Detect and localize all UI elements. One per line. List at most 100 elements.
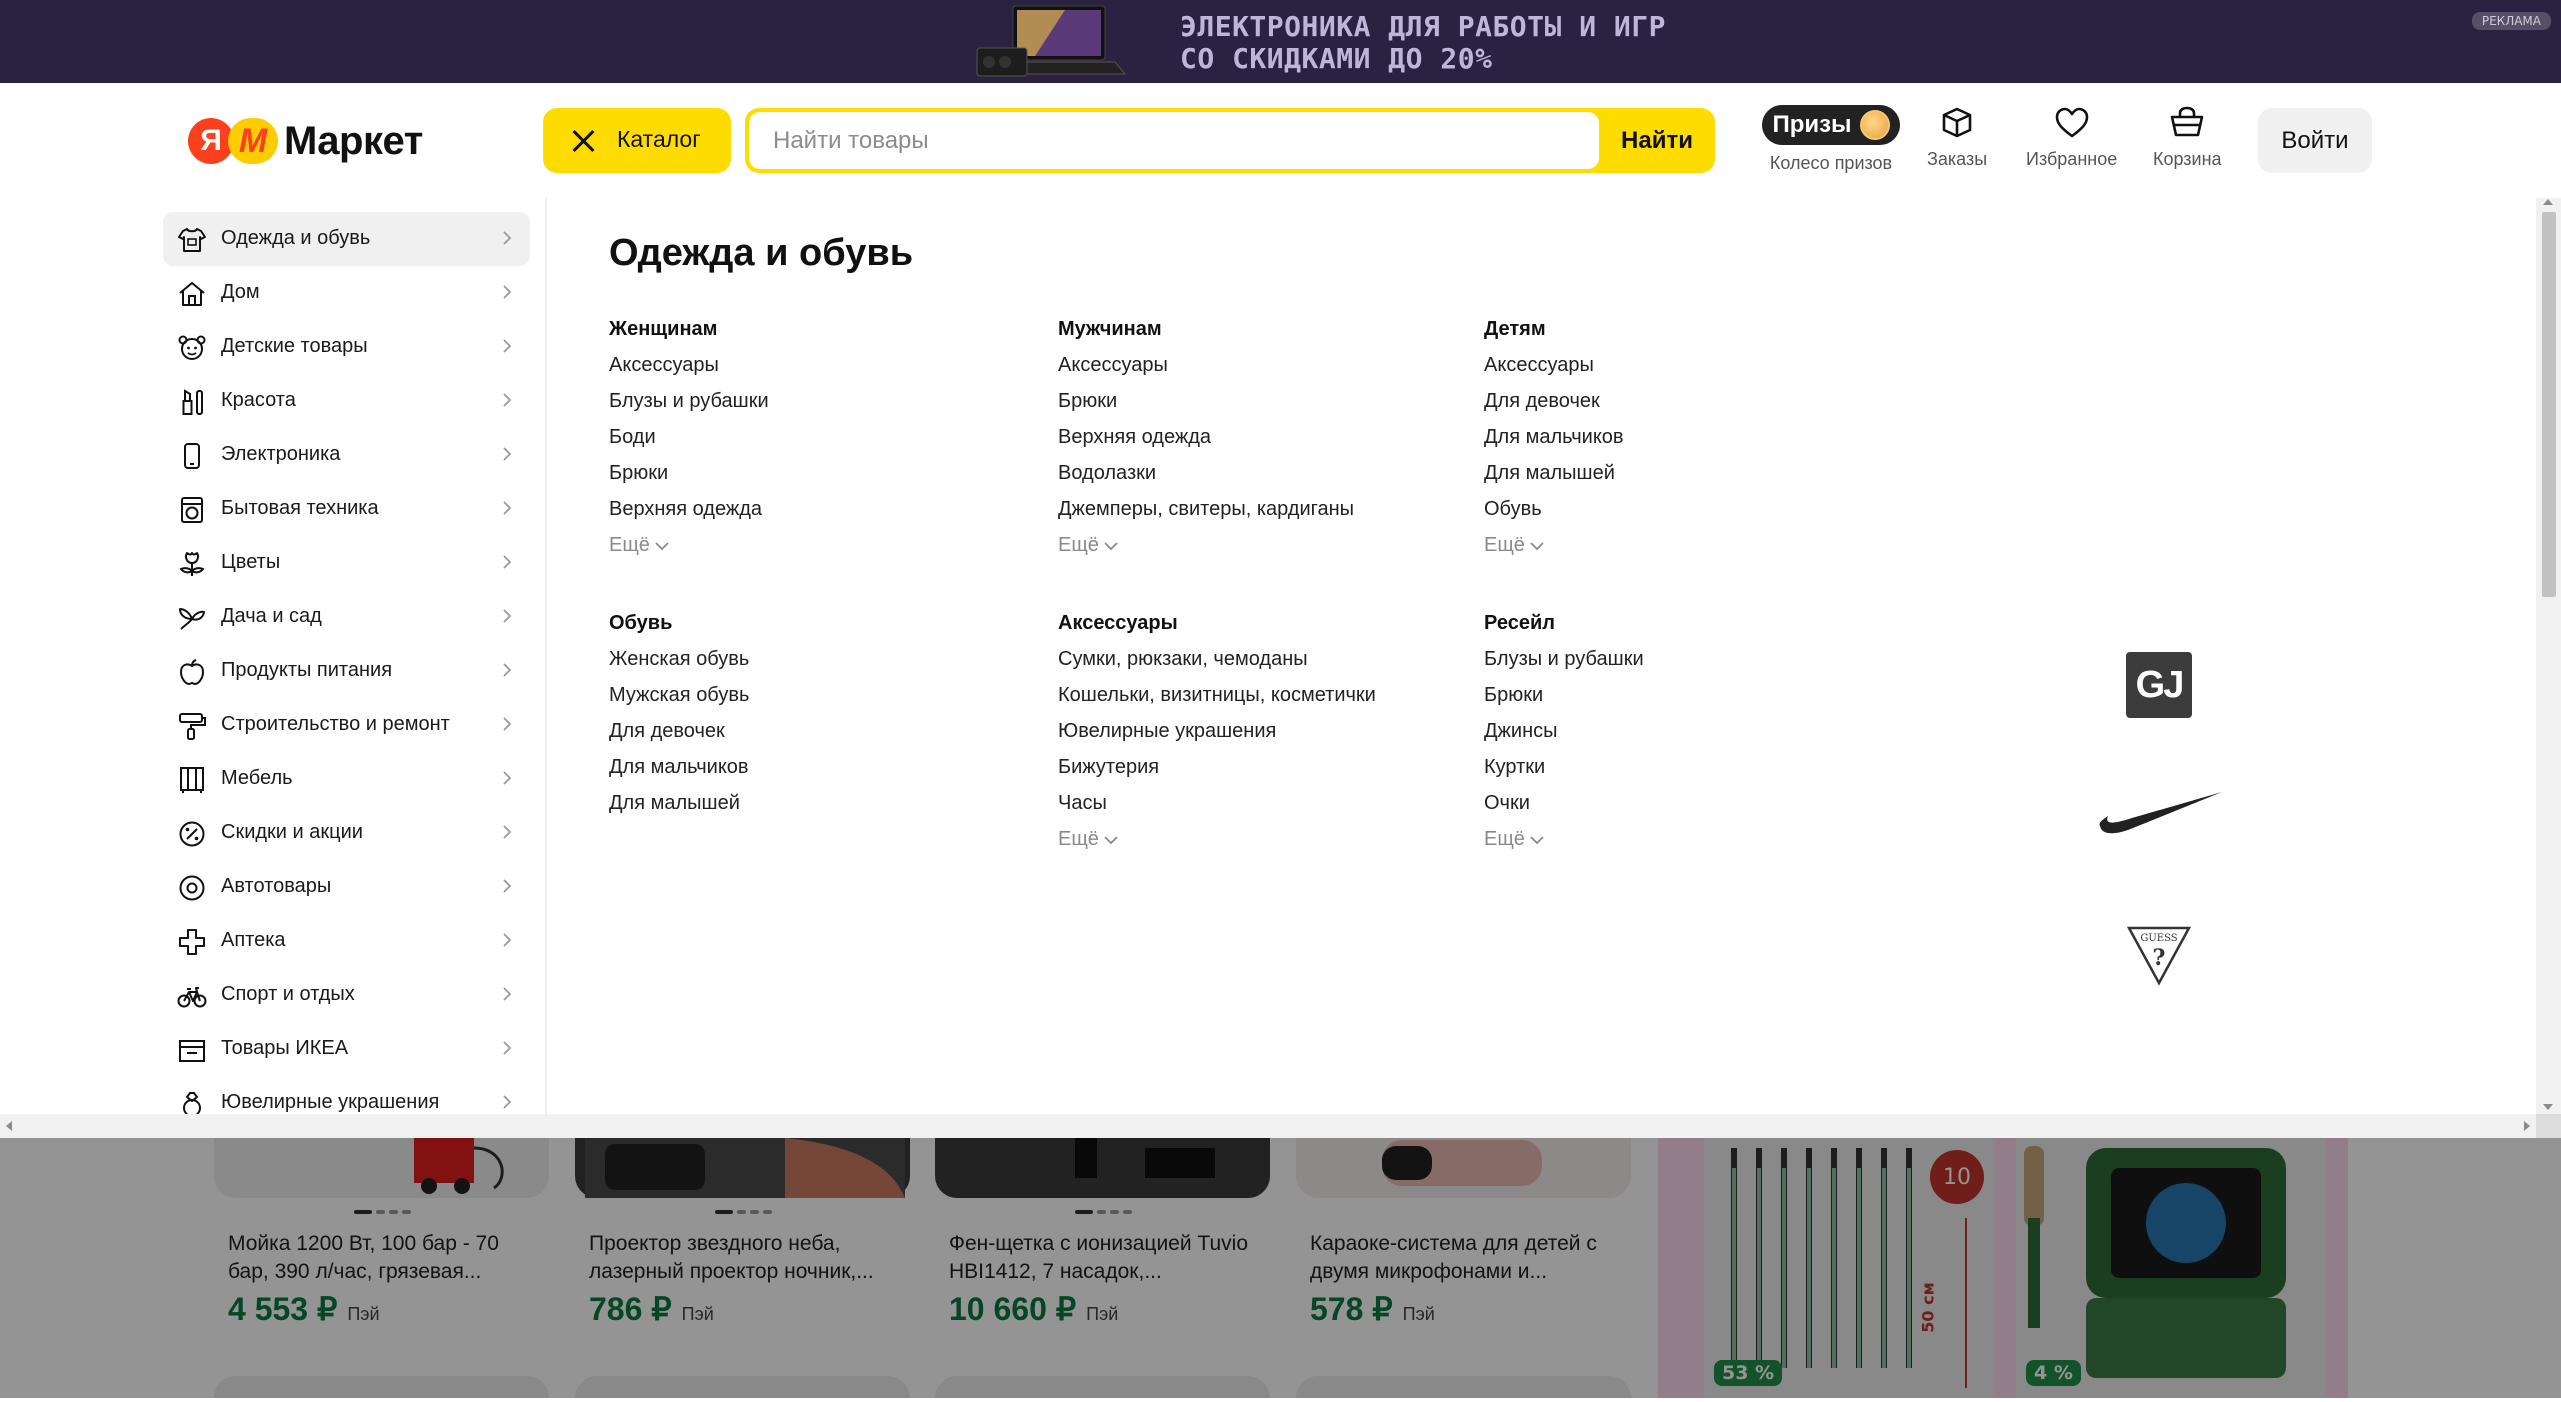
show-more-button[interactable]: Ещё — [1058, 534, 1354, 557]
sidebar-item[interactable]: Мебель — [163, 752, 530, 806]
cart-link[interactable]: Корзина — [2153, 103, 2222, 170]
sidebar-item[interactable]: Бытовая техника — [163, 482, 530, 536]
subcategory-link[interactable]: Для малышей — [609, 792, 749, 828]
sidebar-item[interactable]: Дом — [163, 266, 530, 320]
sidebar-item[interactable]: Товары ИКЕА — [163, 1022, 530, 1076]
scroll-thumb[interactable] — [2542, 212, 2556, 597]
sidebar-item-label: Продукты питания — [221, 659, 393, 681]
sidebar-item[interactable]: Ювелирные украшения — [163, 1076, 530, 1114]
group-title[interactable]: Детям — [1484, 318, 1624, 341]
subcategory-link[interactable]: Водолазки — [1058, 462, 1354, 498]
subcategory-link[interactable]: Очки — [1484, 792, 1644, 828]
subcategory-link[interactable]: Брюки — [1058, 390, 1354, 426]
subcategory-link[interactable]: Ювелирные украшения — [1058, 720, 1376, 756]
subcategory-link[interactable]: Для малышей — [1484, 462, 1624, 498]
brand-nike-logo[interactable] — [2098, 788, 2224, 838]
subcategory-link[interactable]: Кошельки, визитницы, косметички — [1058, 684, 1376, 720]
show-more-label: Ещё — [1484, 534, 1525, 556]
brand-guess-logo[interactable]: GUESS ? — [2126, 925, 2192, 987]
sidebar-item[interactable]: Скидки и акции — [163, 806, 530, 860]
catalog-button[interactable]: Каталог — [543, 108, 731, 173]
subcategory-link[interactable]: Для мальчиков — [1484, 426, 1624, 462]
prize-wheel-link[interactable]: Призы Колесо призов — [1762, 105, 1900, 174]
brand-gj-logo[interactable]: GJ — [2126, 652, 2192, 718]
clothes-icon — [178, 228, 206, 252]
subcategory-link[interactable]: Часы — [1058, 792, 1376, 828]
scroll-down-arrow[interactable] — [2543, 1104, 2553, 1110]
sidebar-item[interactable]: Автотовары — [163, 860, 530, 914]
overlay-backdrop[interactable] — [0, 1138, 2561, 1398]
sidebar-item[interactable]: Одежда и обувь — [163, 212, 530, 266]
chevron-right-icon — [503, 663, 512, 677]
sidebar-item[interactable]: Строительство и ремонт — [163, 698, 530, 752]
subcategory-link[interactable]: Аксессуары — [609, 354, 769, 390]
show-more-button[interactable]: Ещё — [1484, 534, 1624, 557]
sidebar-item[interactable]: Дача и сад — [163, 590, 530, 644]
show-more-button[interactable]: Ещё — [1484, 828, 1644, 851]
sidebar-item[interactable]: Красота — [163, 374, 530, 428]
search-button[interactable]: Найти — [1599, 108, 1715, 173]
scroll-left-arrow[interactable] — [6, 1121, 12, 1131]
subcategory-link[interactable]: Обувь — [1484, 498, 1624, 534]
subcategory-link[interactable]: Сумки, рюкзаки, чемоданы — [1058, 648, 1376, 684]
sidebar-item[interactable]: Электроника — [163, 428, 530, 482]
logo-m-mark: М — [228, 118, 278, 164]
chevron-down-icon — [1530, 541, 1544, 550]
group-title[interactable]: Женщинам — [609, 318, 769, 341]
show-more-button[interactable]: Ещё — [1058, 828, 1376, 851]
sidebar-item-label: Аптека — [221, 929, 286, 951]
chevron-down-icon — [1104, 835, 1118, 844]
chevron-down-icon — [655, 541, 669, 550]
scroll-right-arrow[interactable] — [2524, 1121, 2530, 1131]
subcategory-link[interactable]: Джемперы, свитеры, кардиганы — [1058, 498, 1354, 534]
chevron-right-icon — [503, 231, 512, 245]
subcategory-link[interactable]: Женская обувь — [609, 648, 749, 684]
washer-icon — [181, 497, 203, 523]
svg-text:?: ? — [2153, 945, 2166, 971]
group-title[interactable]: Обувь — [609, 612, 749, 635]
search-input[interactable] — [749, 112, 1599, 169]
sidebar-item[interactable]: Спорт и отдых — [163, 968, 530, 1022]
sidebar-item[interactable]: Детские товары — [163, 320, 530, 374]
roller-icon — [179, 713, 206, 740]
cart-icon — [2170, 106, 2204, 137]
subcategory-link[interactable]: Аксессуары — [1058, 354, 1354, 390]
subcategory-link[interactable]: Для мальчиков — [609, 756, 749, 792]
subcategory-link[interactable]: Джинсы — [1484, 720, 1644, 756]
sidebar-item[interactable]: Продукты питания — [163, 644, 530, 698]
favorites-link[interactable]: Избранное — [2026, 103, 2117, 170]
subcategory-link[interactable]: Верхняя одежда — [1058, 426, 1354, 462]
group-title[interactable]: Мужчинам — [1058, 318, 1354, 341]
ad-banner[interactable]: ЭЛЕКТРОНИКА ДЛЯ РАБОТЫ И ИГР СО СКИДКАМИ… — [0, 0, 2561, 83]
subcategory-link[interactable]: Аксессуары — [1484, 354, 1624, 390]
subcategory-link[interactable]: Брюки — [609, 462, 769, 498]
subcategory-link[interactable]: Верхняя одежда — [609, 498, 769, 534]
lipstick-icon — [182, 389, 203, 415]
sidebar-divider — [545, 198, 547, 1114]
orders-caption: Заказы — [1927, 149, 1988, 169]
scroll-up-arrow[interactable] — [2543, 199, 2553, 205]
sidebar-item[interactable]: Аптека — [163, 914, 530, 968]
subcategory-link[interactable]: Мужская обувь — [609, 684, 749, 720]
horizontal-scrollbar[interactable] — [0, 1114, 2536, 1138]
subcategory-link[interactable]: Блузы и рубашки — [609, 390, 769, 426]
subcategory-link[interactable]: Блузы и рубашки — [1484, 648, 1644, 684]
subcategory-link[interactable]: Куртки — [1484, 756, 1644, 792]
vertical-scrollbar[interactable] — [2536, 198, 2561, 1114]
subcategory-link[interactable]: Брюки — [1484, 684, 1644, 720]
yandex-market-logo[interactable]: Я М Маркет — [188, 113, 423, 169]
show-more-button[interactable]: Ещё — [609, 534, 769, 557]
category-title: Одежда и обувь — [609, 232, 914, 274]
sidebar-item[interactable]: Цветы — [163, 536, 530, 590]
subcategory-link[interactable]: Бижутерия — [1058, 756, 1376, 792]
subcategory-link[interactable]: Боди — [609, 426, 769, 462]
subcategory-link[interactable]: Для девочек — [609, 720, 749, 756]
group-title[interactable]: Аксессуары — [1058, 612, 1376, 635]
group-title[interactable]: Ресейл — [1484, 612, 1644, 635]
subcategory-link[interactable]: Для девочек — [1484, 390, 1624, 426]
prizes-label: Призы — [1772, 111, 1852, 138]
orders-link[interactable]: Заказы — [1927, 103, 1987, 170]
chevron-right-icon — [503, 393, 512, 407]
login-button[interactable]: Войти — [2258, 108, 2372, 173]
subcategory-group: Ресейл Блузы и рубашки Брюки Джинсы Куртки Оч… — [1484, 612, 1644, 851]
